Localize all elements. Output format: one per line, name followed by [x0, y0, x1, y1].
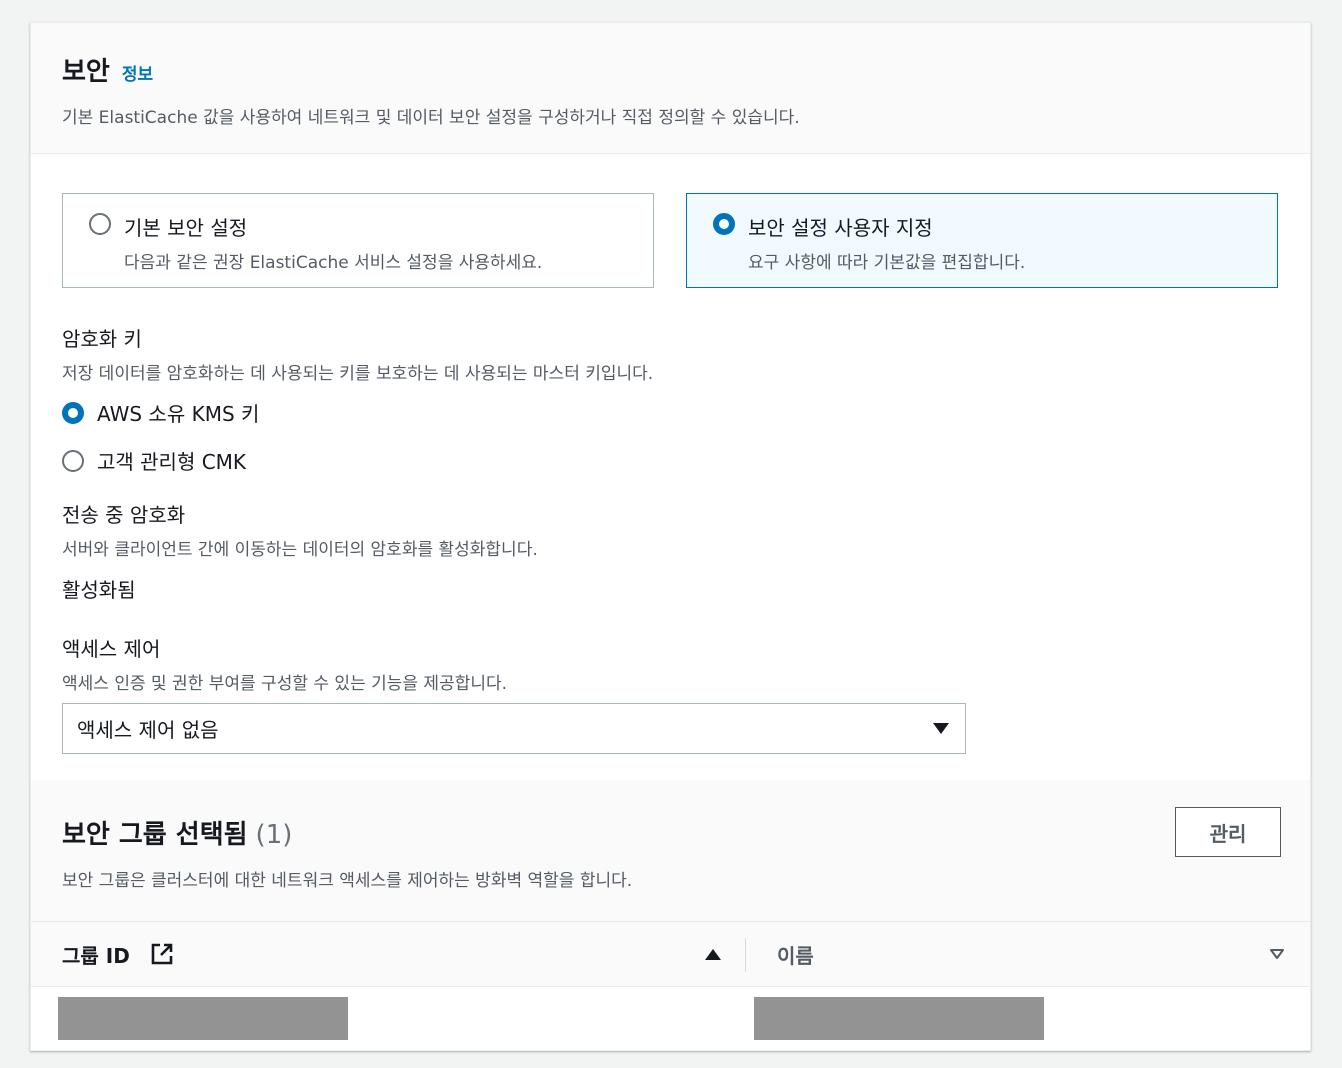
- panel-header: 보안 정보 기본 ElastiCache 값을 사용하여 네트워크 및 데이터 …: [31, 23, 1310, 154]
- tile-description: 다음과 같은 권장 ElastiCache 서비스 설정을 사용하세요.: [124, 253, 543, 273]
- manage-button[interactable]: 관리: [1175, 807, 1281, 857]
- panel-description: 기본 ElastiCache 값을 사용하여 네트워크 및 데이터 보안 설정을…: [62, 108, 800, 128]
- access-control-field: 액세스 제어 액세스 인증 및 권한 부여를 구성할 수 있는 기능을 제공합니…: [62, 633, 966, 754]
- page-title: 보안: [62, 57, 110, 87]
- caret-down-icon: [933, 723, 949, 734]
- in-transit-encryption-field: 전송 중 암호화 서버와 클라이언트 간에 이동하는 데이터의 암호화를 활성화…: [62, 499, 538, 603]
- field-label: 전송 중 암호화: [62, 503, 186, 527]
- table-row: [31, 987, 1310, 1050]
- table-header: 그룹 ID 이름: [31, 921, 1310, 987]
- security-groups-header: 보안 그룹 선택됨 (1): [62, 814, 292, 851]
- access-control-select[interactable]: 액세스 제어 없음: [62, 703, 966, 754]
- field-description: 저장 데이터를 암호화하는 데 사용되는 키를 보호하는 데 사용되는 마스터 …: [62, 364, 654, 384]
- tile-description: 요구 사항에 따라 기본값을 편집합니다.: [748, 253, 1026, 273]
- radio-customer-cmk[interactable]: [62, 449, 84, 472]
- tile-label: 기본 보안 설정: [124, 216, 248, 240]
- sort-up-icon: [705, 948, 721, 960]
- section-count: (1): [255, 820, 293, 850]
- sort-ascending-icon[interactable]: [705, 922, 721, 986]
- radio-aws-owned-kms[interactable]: [62, 401, 84, 424]
- tile-label: 보안 설정 사용자 지정: [748, 216, 933, 240]
- column-label: 그룹 ID: [62, 943, 130, 968]
- field-description: 액세스 인증 및 권한 부여를 구성할 수 있는 기능을 제공합니다.: [62, 674, 508, 694]
- sort-down-icon: [1270, 949, 1284, 959]
- tile-default-security[interactable]: 기본 보안 설정 다음과 같은 권장 ElastiCache 서비스 설정을 사…: [62, 193, 654, 288]
- radio-default-security[interactable]: [89, 213, 111, 235]
- column-header-group-id[interactable]: 그룹 ID: [62, 922, 174, 986]
- redacted-group-name: [754, 997, 1044, 1040]
- redacted-group-id: [58, 997, 348, 1040]
- radio-option-customer-cmk[interactable]: 고객 관리형 CMK: [62, 446, 653, 475]
- select-value: 액세스 제어 없음: [77, 718, 219, 742]
- column-label: 이름: [777, 943, 814, 968]
- encryption-key-field: 암호화 키 저장 데이터를 암호화하는 데 사용되는 키를 보호하는 데 사용되…: [62, 323, 653, 475]
- section-title: 보안 그룹 선택됨: [62, 820, 248, 850]
- radio-custom-security[interactable]: [713, 213, 735, 235]
- field-label: 액세스 제어: [62, 637, 161, 661]
- sort-toggle[interactable]: [1269, 922, 1285, 986]
- column-header-name[interactable]: 이름: [777, 922, 814, 986]
- radio-option-aws-owned-kms[interactable]: AWS 소유 KMS 키: [62, 398, 653, 427]
- info-link[interactable]: 정보: [122, 60, 153, 85]
- field-description: 서버와 클라이언트 간에 이동하는 데이터의 암호화를 활성화합니다.: [62, 540, 538, 560]
- column-divider: [745, 938, 746, 972]
- in-transit-status: 활성화됨: [62, 578, 136, 602]
- security-panel: 보안 정보 기본 ElastiCache 값을 사용하여 네트워크 및 데이터 …: [30, 22, 1311, 1051]
- panel-title-row: 보안 정보: [62, 51, 1279, 88]
- section-description: 보안 그룹은 클러스터에 대한 네트워크 액세스를 제어하는 방화벽 역할을 합…: [62, 871, 633, 891]
- external-link-icon: [151, 943, 173, 965]
- security-groups-section: 보안 그룹 선택됨 (1) 보안 그룹은 클러스터에 대한 네트워크 액세스를 …: [31, 780, 1310, 1050]
- field-label: 암호화 키: [62, 327, 142, 351]
- radio-label: 고객 관리형 CMK: [97, 450, 247, 474]
- tile-custom-security[interactable]: 보안 설정 사용자 지정 요구 사항에 따라 기본값을 편집합니다.: [686, 193, 1278, 288]
- radio-label: AWS 소유 KMS 키: [97, 402, 260, 426]
- security-config-tiles: 기본 보안 설정 다음과 같은 권장 ElastiCache 서비스 설정을 사…: [62, 193, 1278, 288]
